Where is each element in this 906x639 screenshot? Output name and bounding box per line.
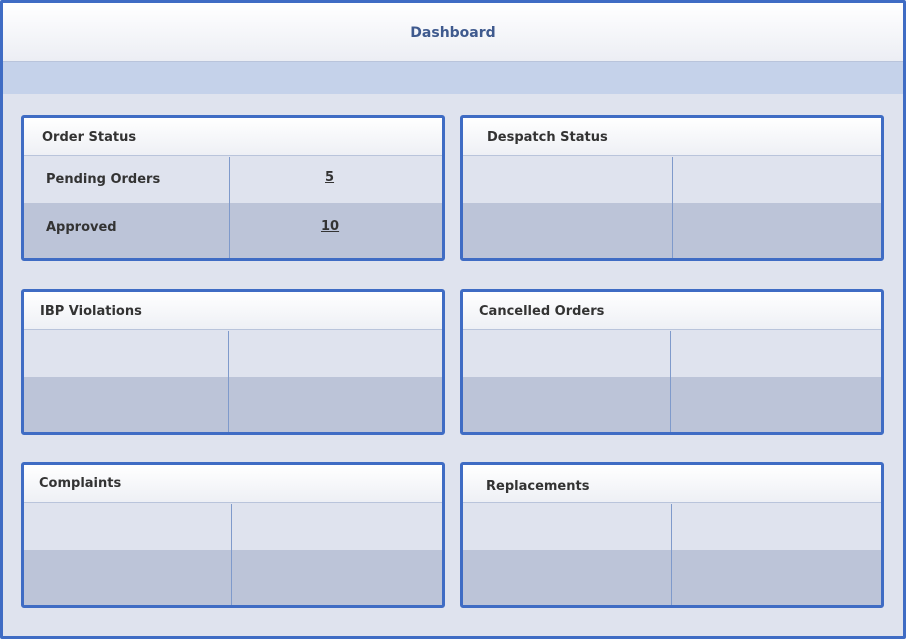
approved-link[interactable]: 10 — [321, 219, 339, 234]
table-row — [24, 377, 442, 432]
table-row — [24, 550, 442, 605]
table-row — [463, 550, 881, 605]
complaints-panel: Complaints — [21, 462, 445, 608]
dashboard-header: Dashboard — [3, 3, 903, 62]
approved-label: Approved — [46, 220, 117, 235]
table-row — [463, 377, 881, 432]
order-status-panel: Order Status Pending Orders 5 Approved 1… — [21, 115, 445, 261]
replacements-panel: Replacements — [460, 462, 884, 608]
column-divider — [228, 331, 229, 432]
column-divider — [671, 504, 672, 605]
toolbar-bar — [3, 62, 903, 94]
pending-orders-link[interactable]: 5 — [325, 170, 334, 185]
column-divider — [229, 157, 230, 258]
table-row — [463, 504, 881, 550]
table-row: Approved 10 — [24, 203, 442, 258]
panel-title: Replacements — [486, 479, 590, 494]
panel-header: Order Status — [24, 118, 442, 156]
pending-orders-label: Pending Orders — [46, 172, 161, 187]
panel-title: Cancelled Orders — [479, 304, 605, 319]
panel-title: Order Status — [42, 130, 137, 145]
panel-header: Cancelled Orders — [463, 292, 881, 330]
table-row — [24, 504, 442, 550]
panel-header: Replacements — [463, 465, 881, 503]
panel-title: Despatch Status — [487, 130, 608, 145]
table-row — [463, 331, 881, 377]
column-divider — [670, 331, 671, 432]
panel-title: IBP Violations — [40, 304, 142, 319]
column-divider — [231, 504, 232, 605]
panel-header: IBP Violations — [24, 292, 442, 330]
table-row: Pending Orders 5 — [24, 157, 442, 203]
dashboard-frame: Dashboard Order Status Pending Orders 5 … — [0, 0, 906, 639]
despatch-status-panel: Despatch Status — [460, 115, 884, 261]
panel-header: Complaints — [24, 465, 442, 503]
column-divider — [672, 157, 673, 258]
cancelled-orders-panel: Cancelled Orders — [460, 289, 884, 435]
page-title: Dashboard — [410, 25, 496, 41]
table-row — [24, 331, 442, 377]
panel-header: Despatch Status — [463, 118, 881, 156]
panel-title: Complaints — [39, 476, 122, 491]
ibp-violations-panel: IBP Violations — [21, 289, 445, 435]
